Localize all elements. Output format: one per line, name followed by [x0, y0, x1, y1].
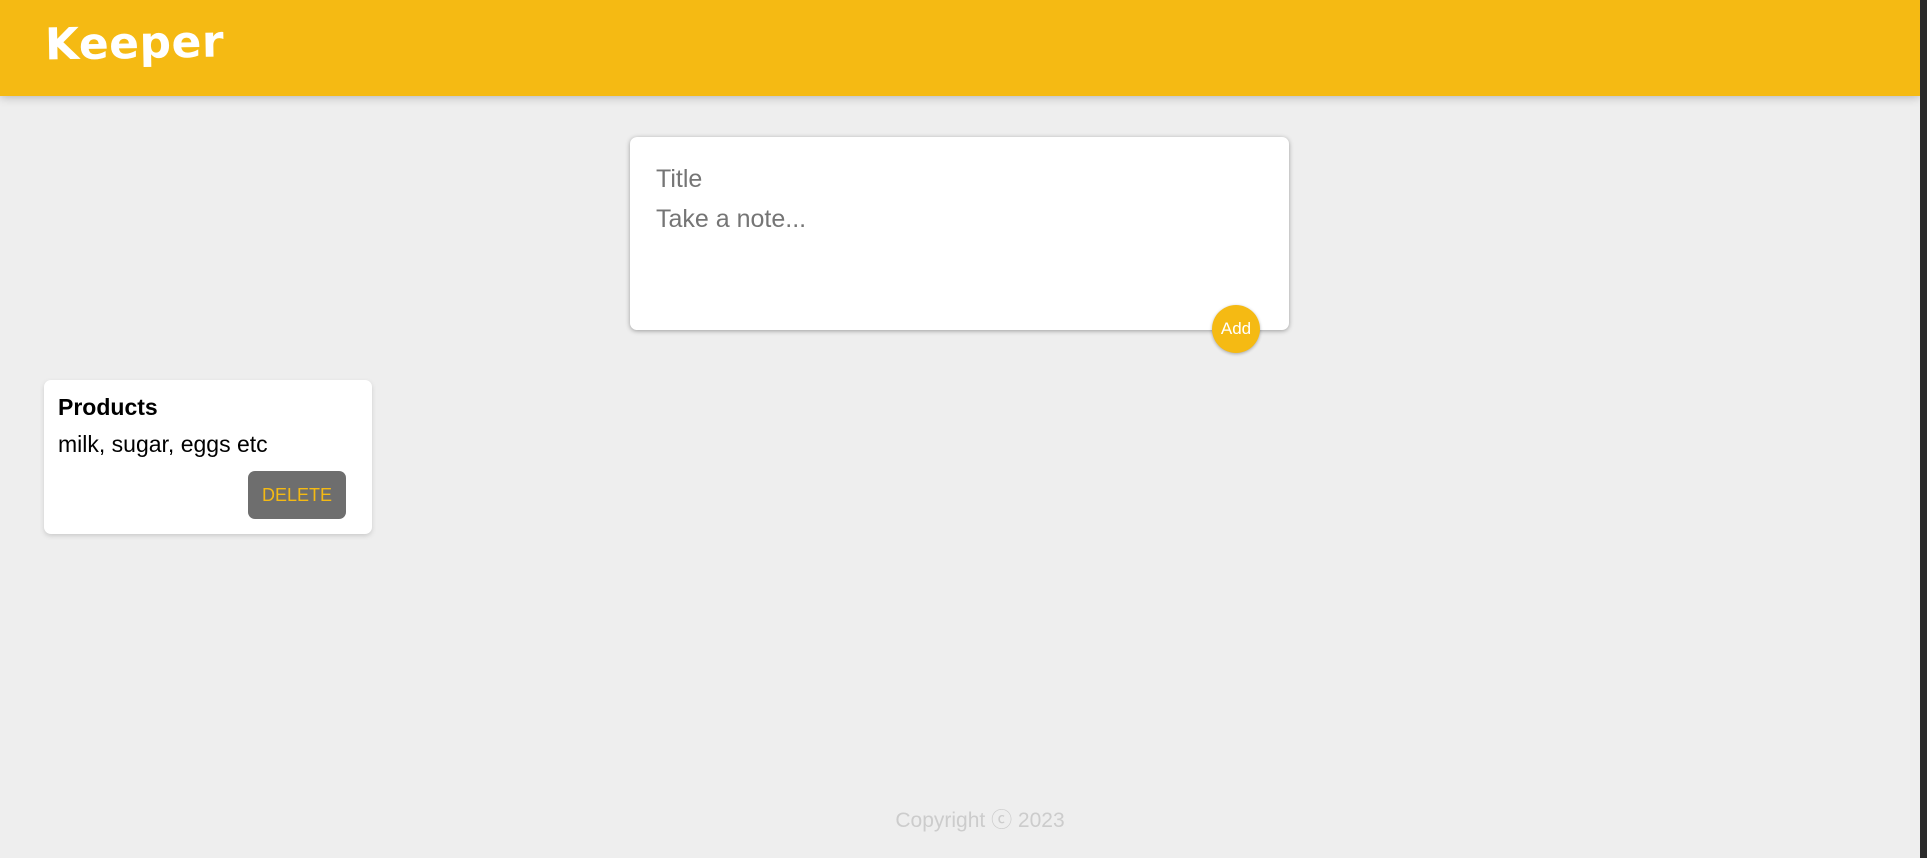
app-title: Keeper: [44, 16, 225, 71]
add-note-button[interactable]: Add: [1212, 305, 1260, 353]
note-card: Products milk, sugar, eggs etc DELETE: [44, 380, 372, 534]
app-root: Keeper Add Products milk, sugar, eggs et…: [0, 0, 1920, 858]
window-edge: [1920, 0, 1927, 858]
note-title: Products: [58, 394, 158, 420]
footer: Copyright ⓒ 2023: [0, 804, 1927, 834]
create-note-form: [630, 137, 1289, 330]
app-header: Keeper: [0, 0, 1920, 96]
note-title-input[interactable]: [656, 163, 1256, 195]
note-content-input[interactable]: [656, 205, 1256, 305]
delete-note-button[interactable]: DELETE: [248, 471, 346, 519]
copyright-text: Copyright ⓒ 2023: [895, 809, 1065, 832]
note-content: milk, sugar, eggs etc: [58, 431, 268, 457]
